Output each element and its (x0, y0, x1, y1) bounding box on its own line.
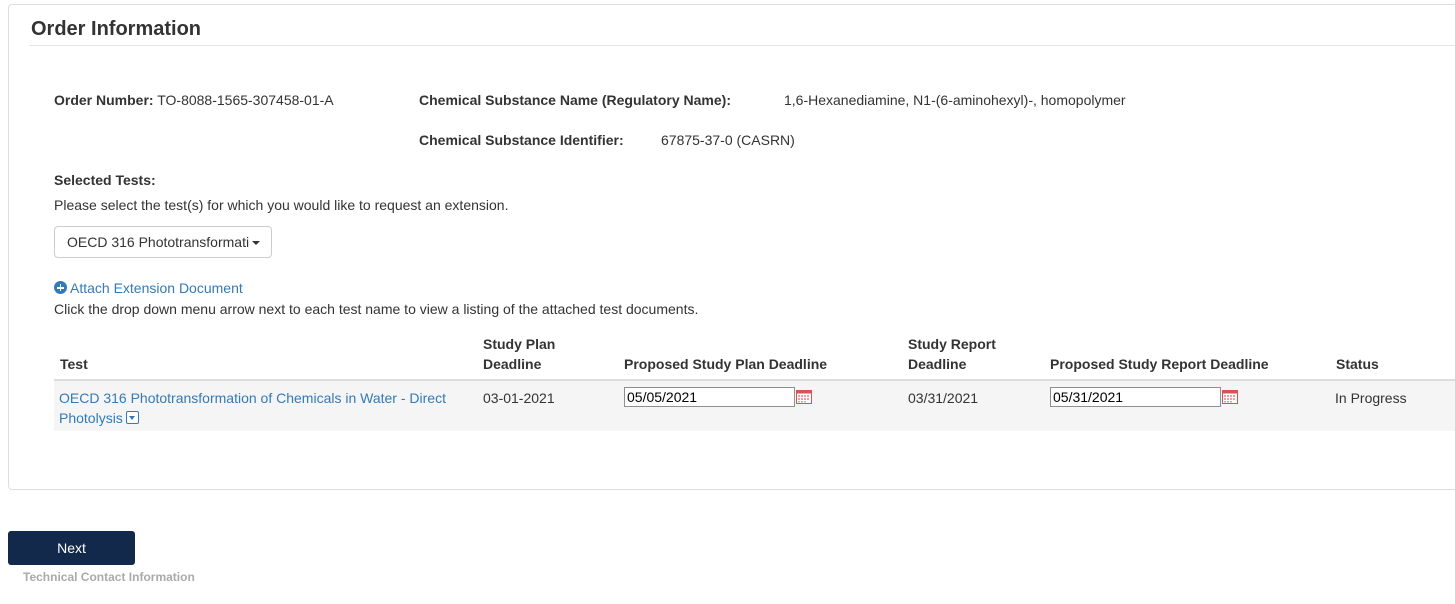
header-study-report-deadline: Study Report Deadline (908, 334, 996, 374)
chemical-id-value: 67875-37-0 (CASRN) (661, 132, 795, 148)
selected-tests-instruction: Please select the test(s) for which you … (54, 197, 509, 213)
attach-extension-document-link[interactable]: Attach Extension Document (54, 280, 243, 296)
proposed-study-report-deadline-input[interactable] (1050, 387, 1221, 407)
title-divider (29, 45, 1455, 46)
caret-down-icon (252, 241, 260, 245)
plus-circle-icon (54, 281, 67, 294)
selected-tests-label: Selected Tests: (54, 172, 156, 188)
header-study-report-line2: Deadline (908, 356, 967, 372)
order-number-value: TO-8088-1565-307458-01-A (157, 92, 334, 108)
proposed-study-plan-deadline-input[interactable] (624, 387, 795, 407)
panel-title: Order Information (31, 18, 202, 40)
chemical-id-label: Chemical Substance Identifier: (419, 132, 624, 148)
header-study-plan-deadline: Study Plan Deadline (483, 334, 555, 374)
study-plan-deadline-cell: 03-01-2021 (483, 390, 555, 406)
attach-link-label: Attach Extension Document (70, 280, 243, 296)
header-study-plan-line2: Deadline (483, 356, 542, 372)
caret-square-down-icon[interactable] (125, 411, 139, 424)
next-button[interactable]: Next (8, 531, 135, 565)
header-study-report-line1: Study Report (908, 336, 996, 352)
test-name-cell: OECD 316 Phototransformation of Chemical… (59, 388, 446, 428)
study-report-deadline-cell: 03/31/2021 (908, 390, 979, 406)
header-proposed-study-plan-deadline: Proposed Study Plan Deadline (624, 356, 828, 372)
calendar-icon[interactable] (796, 390, 812, 404)
status-cell: In Progress (1335, 390, 1407, 406)
dropdown-help-text: Click the drop down menu arrow next to e… (54, 301, 699, 317)
header-proposed-study-report-deadline: Proposed Study Report Deadline (1050, 356, 1269, 372)
chemical-name-label: Chemical Substance Name (Regulatory Name… (419, 92, 731, 108)
test-name-link-line2[interactable]: Photolysis (59, 410, 123, 426)
calendar-icon[interactable] (1222, 390, 1238, 404)
order-number: Order Number: TO-8088-1565-307458-01-A (54, 92, 334, 108)
test-name-link[interactable]: OECD 316 Phototransformation of Chemical… (59, 388, 446, 408)
header-status: Status (1336, 356, 1379, 372)
test-select-dropdown[interactable]: OECD 316 Phototransformati (54, 226, 272, 258)
next-step-caption: Technical Contact Information (23, 570, 195, 584)
header-study-plan-line1: Study Plan (483, 336, 556, 352)
header-test: Test (60, 356, 88, 372)
order-number-label: Order Number: (54, 92, 154, 108)
chemical-name-value: 1,6-Hexanediamine, N1-(6-aminohexyl)-, h… (784, 92, 1126, 108)
test-select-value: OECD 316 Phototransformati (67, 234, 250, 250)
